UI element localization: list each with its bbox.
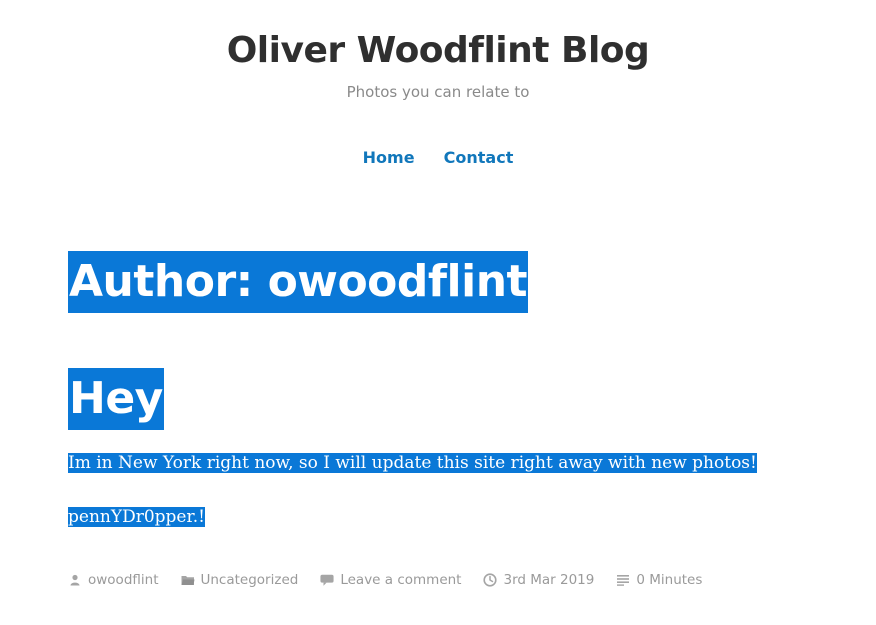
post-paragraph-text: pennYDr0pper.!	[68, 507, 205, 527]
meta-comments: Leave a comment	[320, 570, 461, 590]
meta-category-link[interactable]: Uncategorized	[201, 570, 299, 590]
site-title[interactable]: Oliver Woodflint Blog	[0, 27, 876, 75]
meta-category: Uncategorized	[181, 570, 299, 590]
post-title-text[interactable]: Hey	[68, 368, 164, 430]
post-paragraph: Im in New York right now, so I will upda…	[68, 451, 757, 475]
archive-title-text: Author: owoodflint	[68, 251, 529, 313]
meta-author: owoodflint	[68, 570, 159, 590]
folder-icon	[181, 573, 195, 587]
meta-date: 3rd Mar 2019	[483, 570, 594, 590]
post-title[interactable]: Hey	[68, 368, 164, 430]
meta-author-link[interactable]: owoodflint	[88, 570, 159, 590]
archive-title: Author: owoodflint	[68, 251, 529, 313]
post-paragraph-text: Im in New York right now, so I will upda…	[68, 453, 757, 473]
reading-lines-icon	[616, 573, 630, 587]
meta-reading-time-text: 0 Minutes	[636, 572, 703, 588]
nav-item-home[interactable]: Home	[363, 147, 415, 169]
main-navigation: Home Contact	[0, 147, 876, 169]
meta-date-link[interactable]: 3rd Mar 2019	[503, 570, 594, 590]
post-paragraph: pennYDr0pper.!	[68, 505, 205, 529]
speech-bubble-icon	[320, 573, 334, 587]
nav-item-contact[interactable]: Contact	[444, 147, 514, 169]
person-icon	[68, 573, 82, 587]
leave-comment-link[interactable]: Leave a comment	[340, 570, 461, 590]
site-tagline: Photos you can relate to	[346, 83, 530, 101]
meta-reading-time: 0 Minutes	[616, 570, 702, 590]
post-meta: owoodflint Uncategorized Leave a comment	[68, 570, 702, 590]
clock-icon	[483, 573, 498, 587]
